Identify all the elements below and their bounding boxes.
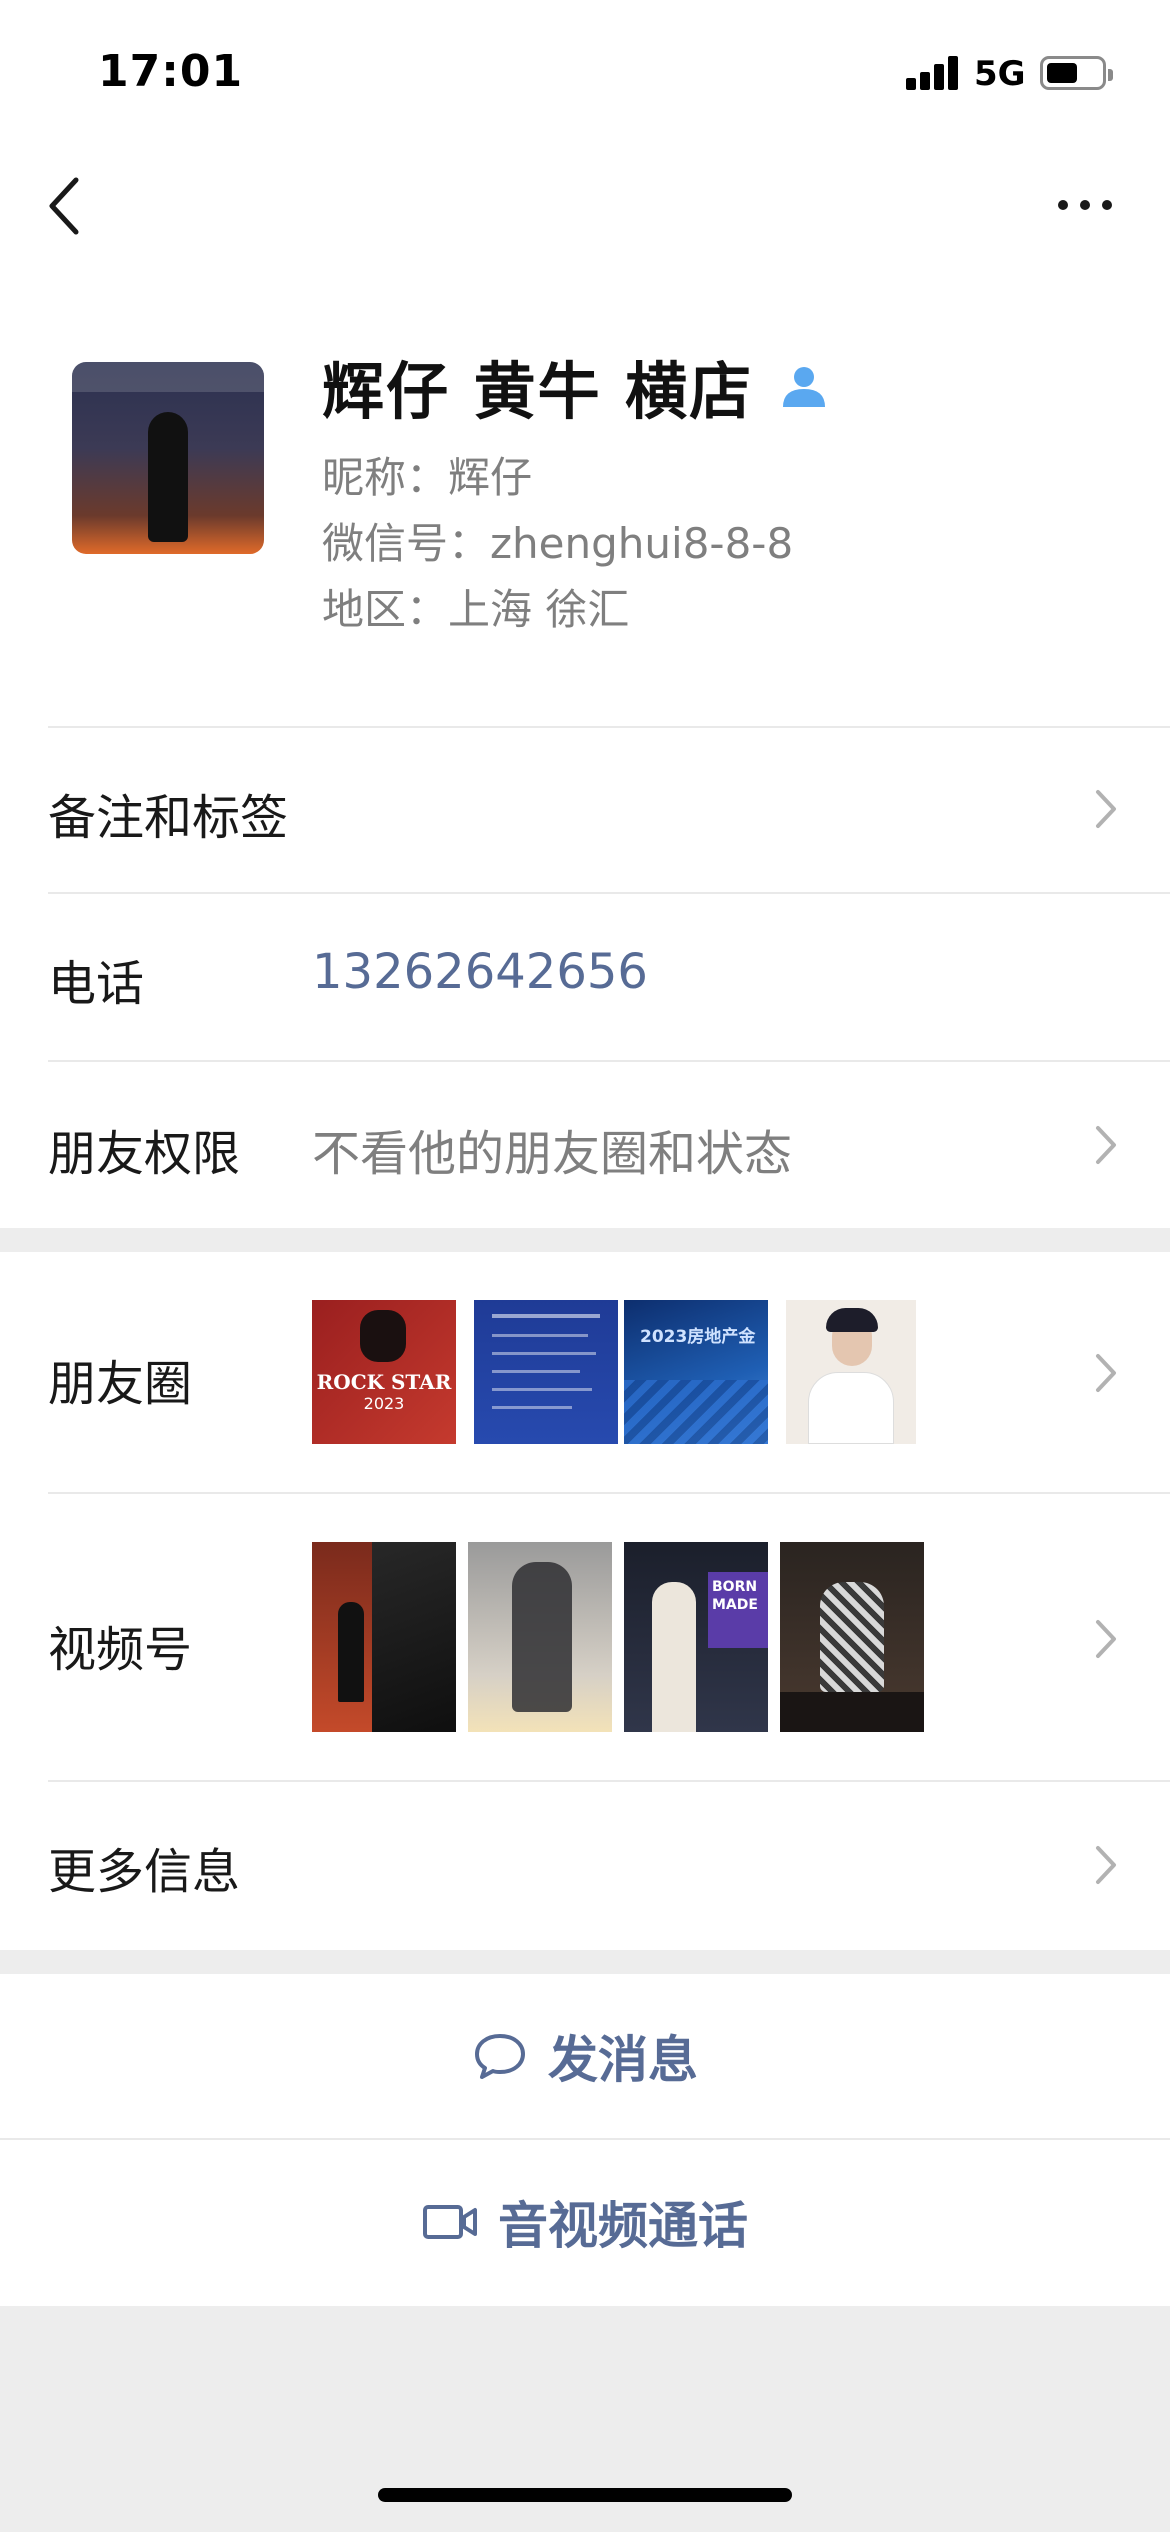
banner-title: 2023房地产金 [640,1327,756,1347]
chevron-right-icon [1096,790,1116,828]
moments-thumb [786,1300,916,1444]
avatar[interactable] [72,362,264,554]
display-name: 辉仔 黄牛 横店 [322,355,754,428]
more-options-button[interactable] [1040,180,1130,230]
chat-bubble-icon [475,2034,525,2079]
channels-label: 视频号 [48,1622,193,1678]
poster-title: ROCK STAR [316,1370,452,1394]
home-indicator [378,2488,792,2502]
moments-thumb [474,1300,618,1444]
more-info-label: 更多信息 [48,1844,241,1900]
nickname: 昵称：辉仔 [322,453,533,502]
signal-icon [906,54,960,90]
network-type: 5G [974,54,1026,94]
chevron-right-icon [1096,1126,1116,1164]
video-camera-icon [423,2205,477,2239]
phone-number[interactable]: 13262642656 [312,944,648,1000]
poster-year: 2023 [363,1394,405,1413]
remarks-row[interactable]: 备注和标签 [0,728,1170,892]
region: 地区：上海 徐汇 [322,585,630,634]
status-time: 17:01 [98,46,244,97]
wechat-id: 微信号：zhenghui8-8-8 [322,519,794,568]
channels-thumb [312,1542,456,1732]
send-message-button[interactable]: 发消息 [0,1974,1170,2138]
channels-thumb: BORN MADE [624,1542,768,1732]
phone-label: 电话 [48,956,145,1012]
permissions-label: 朋友权限 [48,1126,241,1182]
moments-row[interactable]: 朋友圈 ROCK STAR 2023 2023房地产金 [0,1252,1170,1492]
back-button[interactable] [36,170,96,242]
moments-thumb: 2023房地产金 [624,1300,768,1444]
channels-row[interactable]: 视频号 BORN MADE [0,1494,1170,1780]
battery-icon [1040,56,1113,90]
permissions-row[interactable]: 朋友权限 不看他的朋友圈和状态 [0,1062,1170,1228]
send-message-label: 发消息 [548,2031,698,2089]
permissions-value: 不看他的朋友圈和状态 [312,1126,793,1182]
video-call-label: 音视频通话 [498,2197,748,2255]
remarks-label: 备注和标签 [48,790,289,846]
more-info-row[interactable]: 更多信息 [0,1782,1170,1950]
chevron-left-icon [49,177,79,235]
phone-row[interactable]: 电话 13262642656 [0,894,1170,1060]
moments-label: 朋友圈 [48,1356,193,1412]
profile-name-row: 辉仔 黄牛 横店 [322,346,829,428]
stage-sign: BORN MADE [712,1579,758,1613]
video-call-button[interactable]: 音视频通话 [0,2140,1170,2304]
action-panel: 发消息 音视频通话 [0,1974,1170,2306]
channels-thumb [780,1542,924,1732]
chevron-right-icon [1096,1354,1116,1392]
moments-thumb: ROCK STAR 2023 [312,1300,456,1444]
contact-badge-icon [783,367,826,407]
chevron-right-icon [1096,1846,1116,1884]
chevron-right-icon [1096,1620,1116,1658]
channels-thumb [468,1542,612,1732]
